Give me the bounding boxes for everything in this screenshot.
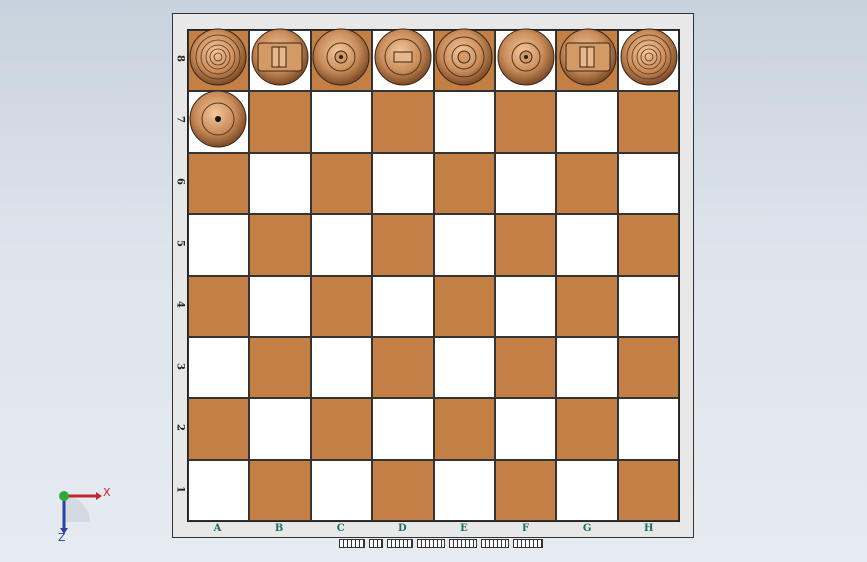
square-e4[interactable] (433, 275, 495, 337)
rank-label: 7 (174, 116, 186, 124)
square-e1[interactable] (433, 459, 495, 521)
square-e5[interactable] (433, 214, 495, 276)
square-c3[interactable] (310, 336, 373, 399)
square-d2[interactable] (372, 398, 434, 460)
cad-viewport[interactable]: 8 7 6 5 4 3 2 1 A B C D E F G H X Z (0, 0, 867, 562)
square-e7[interactable] (433, 91, 495, 153)
square-a3[interactable] (188, 336, 250, 399)
rank-label: 5 (174, 239, 186, 247)
bishop-icon[interactable] (311, 27, 371, 87)
square-b2[interactable] (249, 398, 311, 460)
square-a5[interactable] (188, 214, 250, 276)
square-c7[interactable] (310, 91, 373, 153)
square-b7[interactable] (249, 91, 311, 153)
file-label: D (397, 523, 407, 534)
rank-label: 1 (174, 486, 186, 493)
square-g3[interactable] (556, 336, 618, 399)
square-f1[interactable] (494, 459, 557, 521)
square-b3[interactable] (249, 336, 311, 399)
file-label: G (582, 523, 592, 534)
square-a2[interactable] (188, 398, 250, 460)
square-f4[interactable] (494, 275, 557, 337)
square-e2[interactable] (433, 398, 495, 460)
bishop-icon[interactable] (496, 27, 556, 87)
queen-icon[interactable] (373, 27, 433, 87)
square-e6[interactable] (433, 152, 495, 215)
rank-label: 3 (174, 362, 186, 370)
square-f6[interactable] (494, 152, 557, 215)
knight-icon[interactable] (250, 27, 310, 87)
file-label: F (521, 523, 530, 534)
square-d6[interactable] (372, 152, 434, 215)
square-c4[interactable] (310, 275, 373, 337)
square-g5[interactable] (556, 214, 618, 276)
square-h5[interactable] (617, 214, 679, 276)
rook-icon[interactable] (619, 27, 679, 87)
file-label: B (274, 523, 284, 534)
square-e3[interactable] (433, 336, 495, 399)
square-d3[interactable] (372, 336, 434, 399)
square-b5[interactable] (249, 214, 311, 276)
pawn-icon[interactable] (188, 89, 248, 149)
square-c6[interactable] (310, 152, 373, 215)
square-d7[interactable] (372, 91, 434, 153)
square-f5[interactable] (494, 214, 557, 276)
king-icon[interactable] (434, 27, 494, 87)
axis-x-label: X (103, 486, 111, 499)
square-f7[interactable] (494, 91, 557, 153)
square-g4[interactable] (556, 275, 618, 337)
square-h7[interactable] (617, 91, 679, 153)
square-d1[interactable] (372, 459, 434, 521)
square-h2[interactable] (617, 398, 679, 460)
axis-z-label: Z (58, 531, 66, 544)
file-label: E (460, 523, 468, 534)
rank-label: 2 (174, 424, 186, 432)
square-h3[interactable] (617, 336, 679, 399)
file-label: H (643, 523, 654, 534)
rank-label: 8 (174, 54, 186, 62)
square-g7[interactable] (556, 91, 618, 153)
square-d4[interactable] (372, 275, 434, 337)
square-b4[interactable] (249, 275, 311, 337)
chess-board[interactable] (187, 29, 680, 522)
square-a4[interactable] (188, 275, 250, 337)
rook-icon[interactable] (188, 27, 248, 87)
rank-label: 6 (174, 178, 186, 185)
square-f3[interactable] (494, 336, 557, 399)
file-label: C (336, 523, 345, 534)
square-a6[interactable] (188, 152, 250, 215)
square-a1[interactable] (188, 459, 250, 521)
square-h6[interactable] (617, 152, 679, 215)
square-c5[interactable] (310, 214, 373, 276)
square-h1[interactable] (617, 459, 679, 521)
scale-bar (339, 539, 559, 549)
file-label: A (213, 523, 222, 534)
square-d5[interactable] (372, 214, 434, 276)
square-h4[interactable] (617, 275, 679, 337)
knight-icon[interactable] (558, 27, 618, 87)
square-b6[interactable] (249, 152, 311, 215)
square-g6[interactable] (556, 152, 618, 215)
square-b1[interactable] (249, 459, 311, 521)
square-f2[interactable] (494, 398, 557, 460)
rank-label: 4 (174, 301, 186, 309)
square-g2[interactable] (556, 398, 618, 460)
square-c1[interactable] (310, 459, 373, 521)
square-c2[interactable] (310, 398, 373, 460)
square-g1[interactable] (556, 459, 618, 521)
